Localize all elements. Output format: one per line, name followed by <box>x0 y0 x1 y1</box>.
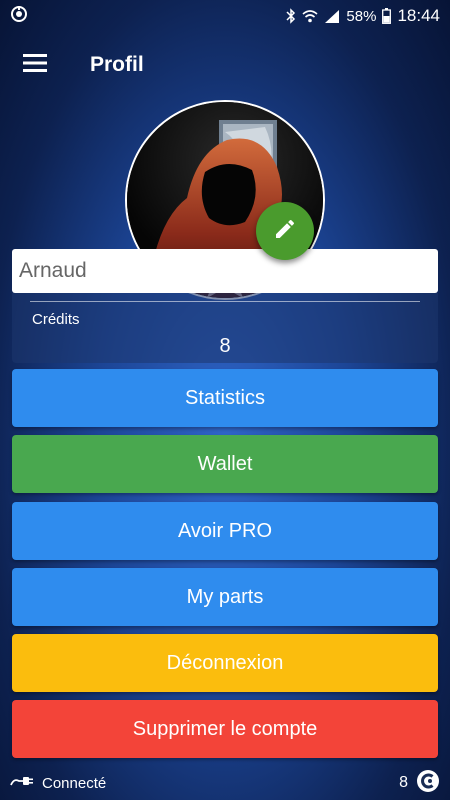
connection-status-label: Connecté <box>42 774 107 792</box>
status-bar: 58% 18:44 <box>0 0 450 32</box>
bluetooth-icon <box>286 8 296 24</box>
logout-button[interactable]: Déconnexion <box>12 634 438 692</box>
page-title: Profil <box>90 53 144 76</box>
credits-card: Crédits 8 <box>12 293 438 363</box>
battery-percent: 58% <box>346 7 377 25</box>
clock: 18:44 <box>397 6 440 25</box>
hamburger-menu-icon <box>23 53 47 77</box>
edit-avatar-button[interactable] <box>256 202 314 260</box>
menu-button[interactable] <box>0 32 70 98</box>
wifi-icon <box>302 9 318 23</box>
battery-icon <box>382 8 392 24</box>
connection-status: Connecté <box>10 774 106 792</box>
app-status-icon <box>10 5 28 27</box>
credits-count: 8 <box>399 774 408 791</box>
divider <box>30 301 420 302</box>
credits-coin-icon <box>416 769 440 797</box>
status-right: 58% 18:44 <box>286 6 440 26</box>
wallet-button[interactable]: Wallet <box>12 435 438 493</box>
delete-account-button[interactable]: Supprimer le compte <box>12 700 438 758</box>
bottom-bar: Connecté 8 <box>0 766 450 800</box>
avoir-pro-button[interactable]: Avoir PRO <box>12 502 438 560</box>
credits-indicator[interactable]: 8 <box>399 769 440 797</box>
avatar-section <box>125 100 325 300</box>
pencil-icon <box>273 217 297 246</box>
status-left <box>10 5 28 27</box>
my-parts-button[interactable]: My parts <box>12 568 438 626</box>
credits-label: Crédits <box>32 311 80 328</box>
credits-value: 8 <box>219 335 231 357</box>
app-bar: Profil <box>0 32 450 98</box>
signal-icon <box>324 9 340 23</box>
name-field[interactable]: Arnaud <box>12 249 438 293</box>
connection-plug-icon <box>10 774 34 792</box>
statistics-button[interactable]: Statistics <box>12 369 438 427</box>
